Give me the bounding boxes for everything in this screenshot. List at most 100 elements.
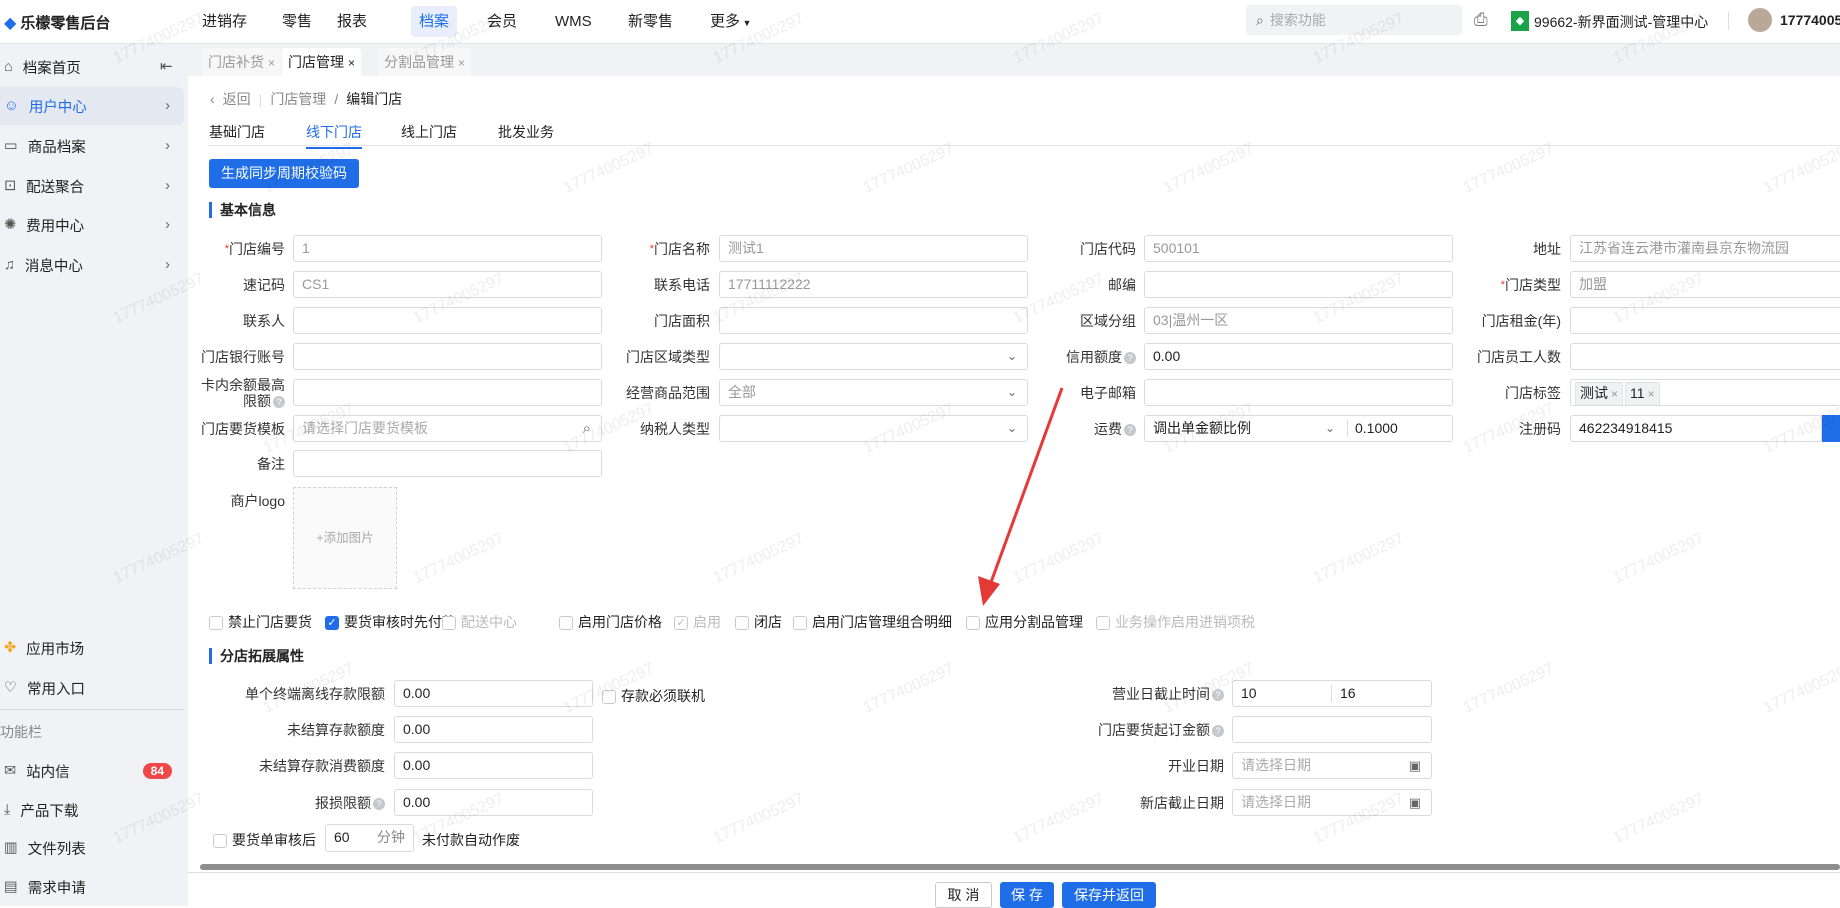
field-input[interactable] bbox=[719, 306, 1028, 334]
sidebar-item[interactable]: ⊡ 配送聚合 › bbox=[0, 167, 184, 205]
sidebar-item[interactable]: ▭ 商品档案 › bbox=[0, 127, 184, 165]
field-input[interactable]: 调出单金额比例 ⌄ 0.1000 bbox=[1144, 414, 1453, 442]
field-input[interactable] bbox=[1144, 378, 1453, 406]
close-icon[interactable]: × bbox=[458, 56, 465, 70]
option-checkbox[interactable]: 应用分割品管理 bbox=[966, 612, 1083, 632]
breadcrumb-parent[interactable]: 门店管理 bbox=[270, 89, 326, 109]
field-input[interactable]: CS1 bbox=[293, 270, 602, 298]
freight-ratio-value[interactable]: 0.1000 bbox=[1355, 416, 1398, 441]
tab-2[interactable]: 分割品管理 × bbox=[378, 48, 472, 76]
field-input[interactable]: 500101 bbox=[1144, 235, 1453, 262]
subtab[interactable]: 线下门店 bbox=[306, 122, 362, 149]
field-input[interactable] bbox=[293, 378, 602, 406]
printer-icon[interactable]: ⎙ bbox=[1474, 10, 1488, 30]
avatar[interactable] bbox=[1748, 8, 1772, 32]
option-checkbox[interactable]: ✓ 要货审核时先付款 bbox=[325, 612, 456, 632]
generate-checkcode-button[interactable]: 生成同步周期校验码 bbox=[209, 159, 359, 188]
cancel-button[interactable]: 取 消 bbox=[935, 882, 992, 908]
field-input[interactable]: 0.00 bbox=[394, 788, 593, 816]
tab-0[interactable]: 门店补货 × bbox=[202, 48, 282, 76]
tab-1[interactable]: 门店管理 × bbox=[282, 48, 362, 76]
field-input[interactable]: 0.00 bbox=[1144, 342, 1453, 370]
field-input[interactable]: ⌄ bbox=[719, 414, 1028, 442]
field-input[interactable]: 0.00 bbox=[394, 752, 593, 780]
nav-jinxiaocun[interactable]: 进销存 bbox=[194, 6, 255, 37]
field-input[interactable]: 全部 ⌄ bbox=[719, 378, 1028, 406]
field-input[interactable]: 测试1 bbox=[719, 235, 1028, 262]
field-input[interactable]: 10 16 bbox=[1232, 680, 1432, 707]
chevron-right-icon: › bbox=[165, 217, 170, 233]
subtab[interactable]: 批发业务 bbox=[498, 122, 554, 147]
nav-new-retail[interactable]: 新零售 bbox=[620, 6, 681, 37]
save-button[interactable]: 保 存 bbox=[1000, 882, 1054, 908]
save-and-return-button[interactable]: 保存并返回 bbox=[1062, 882, 1156, 908]
subtab[interactable]: 基础门店 bbox=[209, 122, 265, 147]
back-link[interactable]: 返回 bbox=[223, 89, 251, 109]
register-code-button[interactable] bbox=[1822, 414, 1840, 442]
breadcrumb-current: 编辑门店 bbox=[346, 91, 403, 107]
auto-void-minutes-input[interactable]: 60 分钟 bbox=[325, 824, 414, 852]
nav-wms[interactable]: WMS bbox=[547, 6, 600, 37]
close-icon[interactable]: × bbox=[268, 56, 275, 70]
nav-more[interactable]: 更多 ▼ bbox=[702, 6, 759, 37]
tag-remove-icon[interactable]: × bbox=[1648, 387, 1655, 401]
sidebar-item-label: 文件列表 bbox=[27, 841, 86, 858]
org-switcher[interactable]: 99662-新界面测试-管理中心 bbox=[1534, 12, 1708, 32]
logo-upload[interactable]: +添加图片 bbox=[293, 487, 397, 589]
field-input[interactable] bbox=[1144, 270, 1453, 298]
option-checkbox[interactable]: 启用门店价格 bbox=[559, 612, 662, 632]
sidebar-item[interactable]: ☺ 用户中心 › bbox=[0, 87, 184, 125]
field-input[interactable]: ⌄ bbox=[719, 342, 1028, 370]
field-input[interactable] bbox=[1232, 716, 1432, 744]
field-input[interactable]: 请选择日期 ▣ bbox=[1232, 752, 1432, 780]
field-input[interactable]: 请选择门店要货模板 ⌕ bbox=[293, 414, 602, 442]
field-input[interactable] bbox=[293, 306, 602, 334]
option-checkbox[interactable]: 启用门店管理组合明细 bbox=[793, 612, 952, 632]
field-input[interactable]: 1 bbox=[293, 235, 602, 262]
sidebar-tool-item[interactable]: ▤ 需求申请 bbox=[0, 868, 184, 906]
field-input[interactable]: 03|温州一区 bbox=[1144, 306, 1453, 334]
sidebar-tool-item[interactable]: ✉ 站内信 84 bbox=[0, 752, 184, 790]
nav-retail[interactable]: 零售 bbox=[274, 6, 320, 37]
sidebar-item[interactable]: ✺ 费用中心 › bbox=[0, 206, 184, 244]
sidebar-item[interactable]: ⌂ 档案首页 bbox=[0, 48, 184, 86]
search-input[interactable]: ⌕ 搜索功能 bbox=[1246, 5, 1462, 35]
nav-archive[interactable]: 档案 bbox=[411, 6, 458, 37]
subtab[interactable]: 线上门店 bbox=[401, 122, 457, 147]
app-logo[interactable]: ◆ 乐檬零售后台 bbox=[4, 12, 110, 33]
nav-member[interactable]: 会员 bbox=[479, 6, 525, 37]
sidebar-item[interactable]: ✤ 应用市场 bbox=[0, 629, 184, 667]
calendar-icon[interactable]: ▣ bbox=[1409, 790, 1421, 815]
field-input[interactable]: 0.00 bbox=[394, 680, 593, 707]
label-text: 门店员工人数 bbox=[1477, 348, 1561, 365]
tag-remove-icon[interactable]: × bbox=[1611, 387, 1618, 401]
field-input[interactable] bbox=[1570, 342, 1840, 370]
field-input[interactable]: 462234918415 bbox=[1570, 414, 1822, 442]
watermark-text: 17774005297 bbox=[710, 530, 807, 587]
field-input[interactable] bbox=[293, 342, 602, 370]
sidebar-item[interactable]: ♡ 常用入口 bbox=[0, 669, 184, 707]
user-name[interactable]: 17774005 bbox=[1780, 12, 1840, 28]
sidebar-tool-item[interactable]: ▥ 文件列表 bbox=[0, 829, 184, 867]
field-input[interactable]: 17711112222 bbox=[719, 270, 1028, 298]
field-input[interactable]: 测试 × 11 × bbox=[1570, 378, 1840, 406]
option-checkbox[interactable]: 禁止门店要货 bbox=[209, 612, 312, 632]
option-checkbox[interactable]: 闭店 bbox=[735, 612, 782, 632]
top-bar: ◆ 乐檬零售后台 进销存 零售 报表 档案 会员 WMS 新零售 更多 ▼ ⌕ 搜… bbox=[0, 0, 1840, 44]
back-chevron-icon[interactable]: ‹ bbox=[210, 91, 215, 107]
nav-reports[interactable]: 报表 bbox=[329, 6, 375, 37]
field-input[interactable] bbox=[293, 450, 602, 478]
sidebar-tool-item[interactable]: ⤓ 产品下载 bbox=[0, 791, 184, 829]
close-icon[interactable]: × bbox=[348, 56, 355, 70]
field-input[interactable]: 江苏省连云港市灌南县京东物流园 bbox=[1570, 235, 1840, 262]
freight-mode-select[interactable]: 调出单金额比例 bbox=[1153, 416, 1251, 441]
field-input[interactable]: 加盟 bbox=[1570, 270, 1840, 298]
horizontal-scrollbar[interactable] bbox=[200, 864, 1840, 870]
auto-void-checkbox[interactable]: 要货单审核后 bbox=[213, 830, 316, 850]
field-input[interactable]: 0.00 bbox=[394, 716, 593, 744]
deposit-online-checkbox[interactable]: 存款必须联机 bbox=[602, 686, 705, 706]
watermark-text: 17774005297 bbox=[1610, 530, 1707, 587]
field-input[interactable] bbox=[1570, 306, 1840, 334]
field-input[interactable]: 请选择日期 ▣ bbox=[1232, 788, 1432, 816]
calendar-icon[interactable]: ▣ bbox=[1409, 753, 1421, 778]
